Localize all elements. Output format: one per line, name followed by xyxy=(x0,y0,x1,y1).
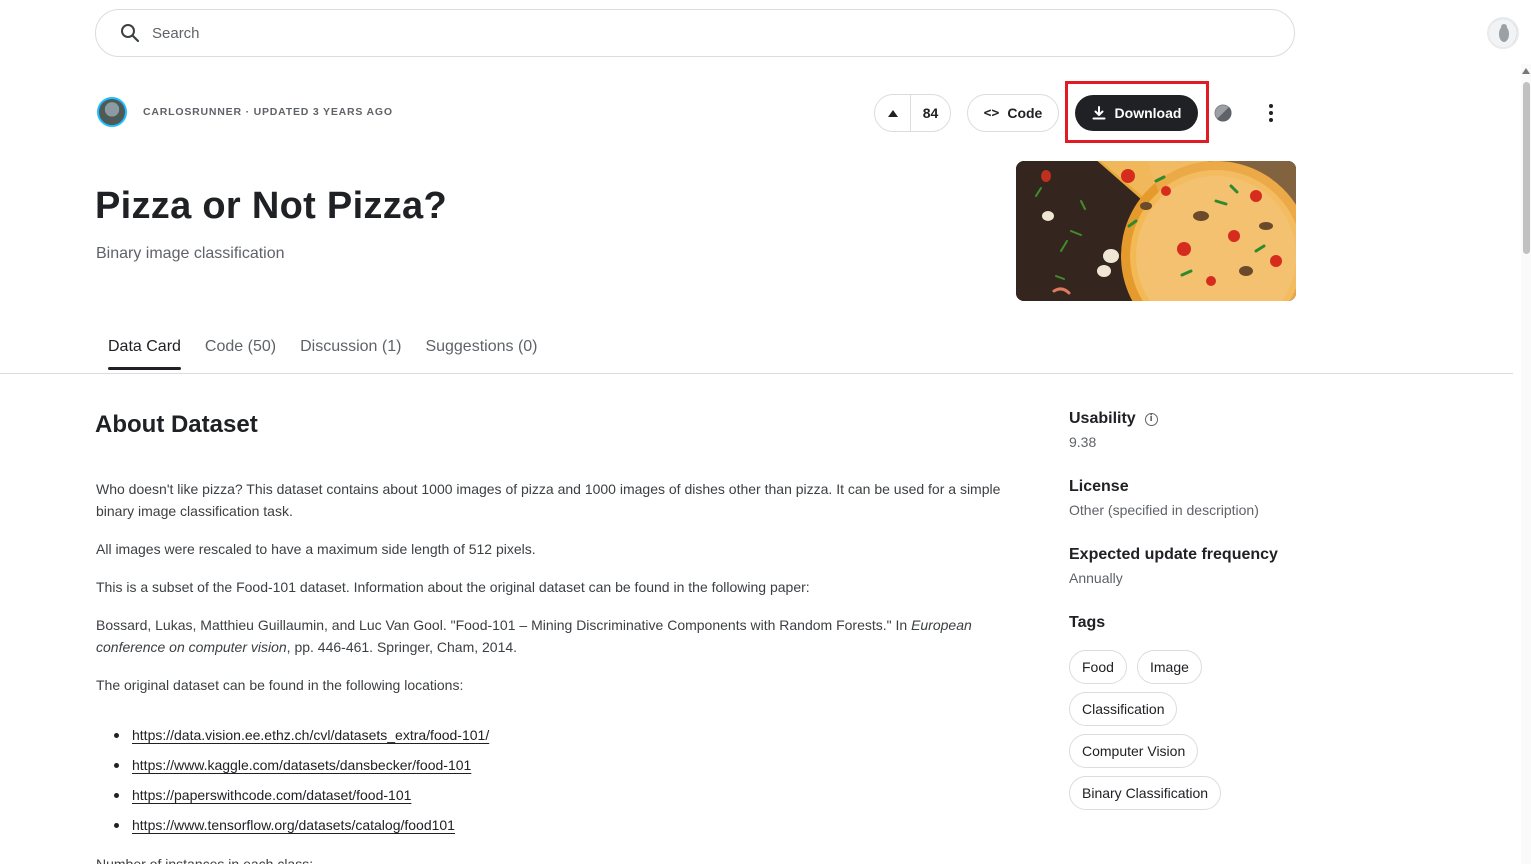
code-icon: <> xyxy=(983,105,1000,121)
scrollbar-thumb[interactable] xyxy=(1523,82,1530,254)
about-heading: About Dataset xyxy=(95,411,258,438)
scroll-up-icon[interactable] xyxy=(1522,68,1530,74)
license-value: Other (specified in description) xyxy=(1069,502,1259,518)
search-input[interactable] xyxy=(152,24,1294,42)
license-label: License xyxy=(1069,478,1129,495)
contrast-icon[interactable] xyxy=(1214,104,1232,122)
list-item: https://www.kaggle.com/datasets/dansbeck… xyxy=(114,750,489,780)
tag-chip[interactable]: Image xyxy=(1137,650,1202,684)
download-button[interactable]: Download xyxy=(1075,95,1198,131)
tab-discussion[interactable]: Discussion (1) xyxy=(300,338,401,370)
tags-label: Tags xyxy=(1069,614,1106,631)
page-scrollbar[interactable] xyxy=(1521,64,1531,864)
upvote-button[interactable] xyxy=(875,95,911,131)
tabs-divider xyxy=(0,373,1513,374)
frequency-section: Expected update frequency Annually xyxy=(1069,546,1278,586)
tag-chip[interactable]: Computer Vision xyxy=(1069,734,1199,768)
usability-label: Usability xyxy=(1069,410,1136,427)
dataset-title: Pizza or Not Pizza? xyxy=(95,185,447,227)
upvote-widget: 84 xyxy=(874,94,951,132)
vote-count: 84 xyxy=(922,105,939,121)
download-button-label: Download xyxy=(1114,105,1182,121)
list-item: https://www.tensorflow.org/datasets/cata… xyxy=(114,810,489,840)
frequency-label: Expected update frequency xyxy=(1069,546,1278,563)
more-options-icon[interactable] xyxy=(1262,102,1280,124)
usability-section: Usability i 9.38 xyxy=(1069,410,1158,450)
download-icon xyxy=(1092,106,1106,120)
source-link[interactable]: https://data.vision.ee.ethz.ch/cvl/datas… xyxy=(132,727,489,743)
search-bar[interactable] xyxy=(95,9,1295,57)
tags-section: Tags xyxy=(1069,614,1105,632)
info-icon[interactable]: i xyxy=(1144,412,1158,426)
caret-up-icon xyxy=(887,109,898,117)
owner-row: CARLOSRUNNER · UPDATED 3 YEARS AGO xyxy=(97,97,393,127)
tag-chip[interactable]: Food xyxy=(1069,650,1127,684)
code-button[interactable]: <> Code xyxy=(967,94,1059,132)
list-item: https://paperswithcode.com/dataset/food-… xyxy=(114,780,489,810)
tag-chip[interactable]: Classification xyxy=(1069,692,1178,726)
usability-value: 9.38 xyxy=(1069,434,1097,450)
about-paragraph-1: Who doesn't like pizza? This dataset con… xyxy=(96,481,1001,519)
search-icon xyxy=(120,23,140,43)
owner-name[interactable]: CARLOSRUNNER xyxy=(143,106,242,118)
license-section: License Other (specified in description) xyxy=(1069,478,1259,518)
tab-code[interactable]: Code (50) xyxy=(205,338,276,370)
source-link[interactable]: https://www.tensorflow.org/datasets/cata… xyxy=(132,817,455,833)
owner-avatar[interactable] xyxy=(97,97,127,127)
dataset-cover-image xyxy=(1016,161,1296,301)
tag-chip[interactable]: Binary Classification xyxy=(1069,776,1222,810)
citation-text: Bossard, Lukas, Matthieu Guillaumin, and… xyxy=(96,617,912,633)
about-paragraph-5: The original dataset can be found in the… xyxy=(96,677,464,693)
meta-separator: · xyxy=(245,106,250,118)
source-link[interactable]: https://paperswithcode.com/dataset/food-… xyxy=(132,787,411,803)
source-links: https://data.vision.ee.ethz.ch/cvl/datas… xyxy=(114,720,489,840)
about-paragraph-2: All images were rescaled to have a maxim… xyxy=(96,541,536,557)
dataset-subtitle: Binary image classification xyxy=(96,245,285,262)
about-citation: Bossard, Lukas, Matthieu Guillaumin, and… xyxy=(96,614,1026,658)
source-link[interactable]: https://www.kaggle.com/datasets/dansbeck… xyxy=(132,757,471,773)
instances-heading: Number of instances in each class: xyxy=(96,856,314,864)
profile-avatar[interactable] xyxy=(1487,17,1519,49)
tab-suggestions[interactable]: Suggestions (0) xyxy=(425,338,537,370)
citation-pages: , pp. 446-461. Springer, Cham, 2014. xyxy=(286,639,518,655)
updated-text: UPDATED 3 YEARS AGO xyxy=(253,106,393,118)
tab-data-card[interactable]: Data Card xyxy=(108,338,181,370)
list-item: https://data.vision.ee.ethz.ch/cvl/datas… xyxy=(114,720,489,750)
about-paragraph-3: This is a subset of the Food-101 dataset… xyxy=(96,579,810,595)
owner-meta: CARLOSRUNNER · UPDATED 3 YEARS AGO xyxy=(143,106,393,118)
frequency-value: Annually xyxy=(1069,570,1123,586)
code-button-label: Code xyxy=(1007,105,1043,121)
dataset-tabs: Data Card Code (50) Discussion (1) Sugge… xyxy=(96,338,562,370)
